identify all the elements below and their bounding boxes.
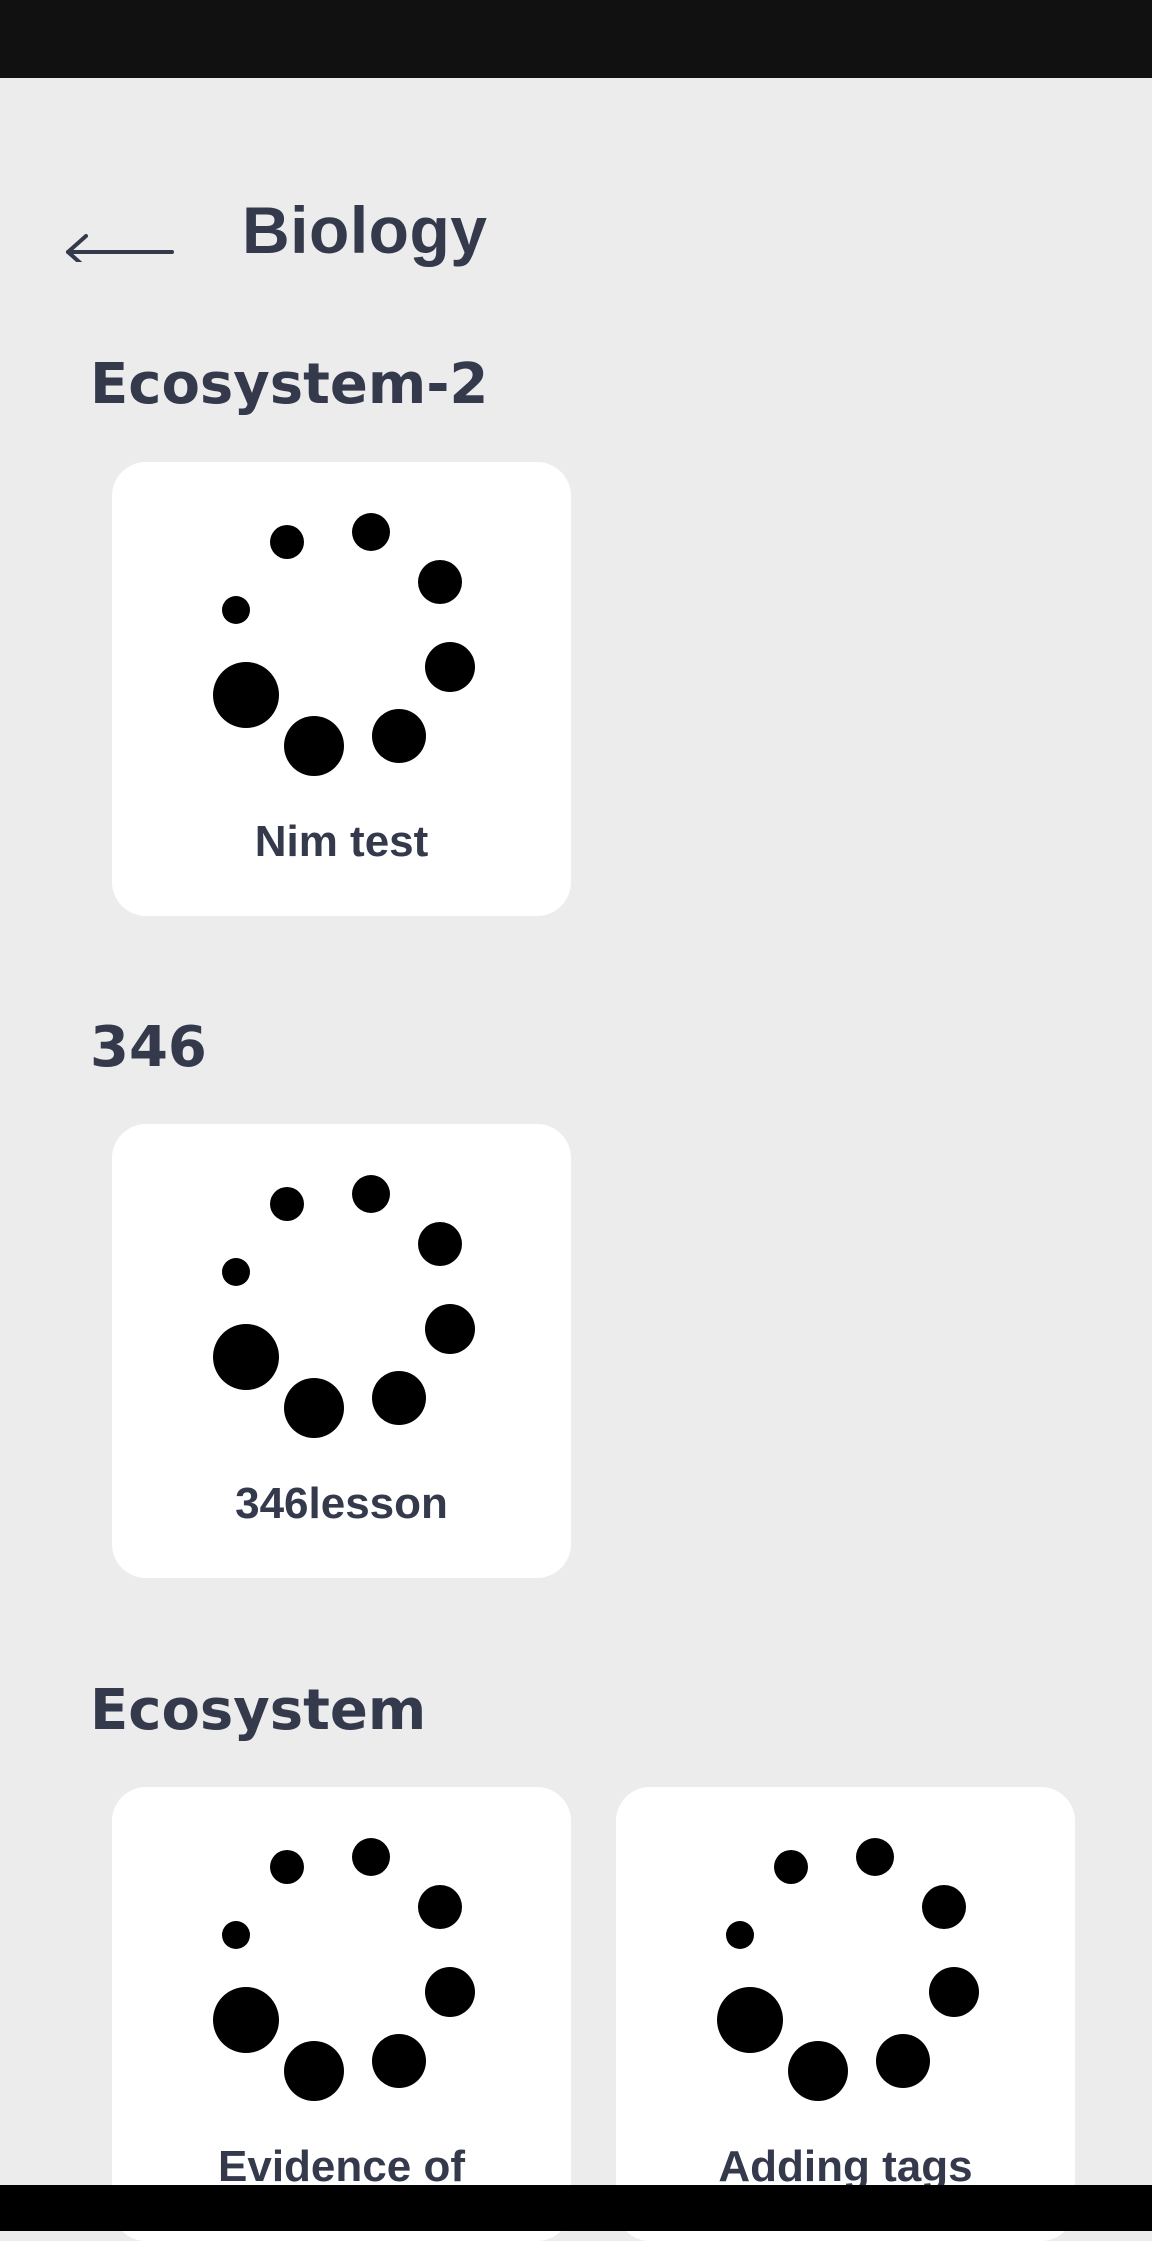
section-title-ecosystem-2: Ecosystem-2 [90, 352, 489, 417]
loading-spinner-icon [717, 1838, 979, 2101]
page-title: Biology [242, 193, 488, 267]
loading-spinner-icon [213, 513, 475, 776]
lesson-card-adding-tags[interactable]: Adding tags [616, 1787, 1075, 2241]
arrow-left-icon [66, 234, 174, 270]
app-header: Biology [0, 180, 1152, 290]
lesson-card-346lesson[interactable]: 346lesson [112, 1124, 571, 1578]
back-button[interactable] [60, 202, 180, 270]
loading-spinner-icon [213, 1838, 475, 2101]
status-bar [0, 0, 1152, 78]
loading-spinner-icon [213, 1175, 475, 1438]
lesson-card-evidence-of[interactable]: Evidence of [112, 1787, 571, 2241]
section-title-346: 346 [90, 1015, 207, 1080]
card-label: Nim test [254, 817, 429, 866]
lesson-card-nim-test[interactable]: Nim test [112, 462, 571, 916]
section-title-ecosystem: Ecosystem [90, 1678, 427, 1743]
system-navigation-bar [0, 2185, 1152, 2231]
card-label: 346lesson [235, 1479, 448, 1528]
